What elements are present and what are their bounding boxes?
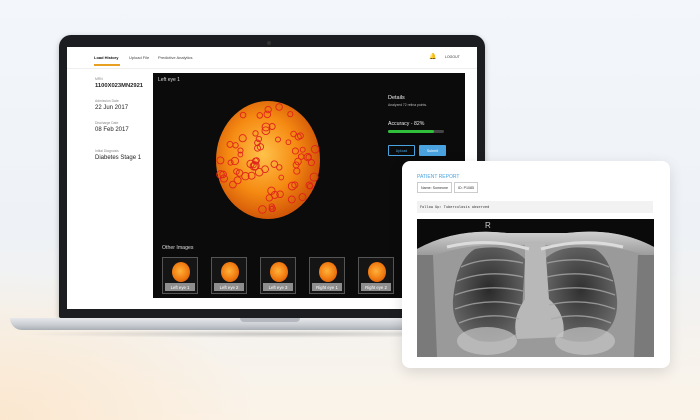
thumbnail-caption: Right eye 2 xyxy=(361,283,391,291)
details-subtitle: Analyzed 72 retina points. xyxy=(388,103,428,107)
details-title: Details xyxy=(388,95,405,101)
chest-xray-image[interactable]: R xyxy=(417,219,654,357)
diagnosis-label: Initial Diagnosis xyxy=(95,149,119,153)
thumbnail-strip: Left eye 1 Left eye 2 Left eye 3 Right e… xyxy=(162,257,394,294)
mrn-label: MRN xyxy=(95,77,103,81)
camera-dot xyxy=(267,41,271,45)
admission-value: 22 Jun 2017 xyxy=(95,105,129,111)
action-buttons: Upload Submit xyxy=(388,145,460,156)
accuracy-label: Accuracy - 82% xyxy=(388,121,425,127)
viewer-title: Left eye 1 xyxy=(158,77,180,83)
report-title: PATIENT REPORT xyxy=(417,174,460,180)
bell-icon[interactable]: 🔔 xyxy=(429,53,436,60)
thumbnail-caption: Left eye 2 xyxy=(214,283,244,291)
laptop-notch xyxy=(240,318,300,322)
thumbnail-caption: Left eye 1 xyxy=(165,283,195,291)
patient-info-panel: MRN 1100X023MN2921 Admission Date 22 Jun… xyxy=(95,77,155,171)
thumbnail[interactable]: Left eye 1 xyxy=(162,257,198,294)
details-panel: Details Analyzed 72 retina points. Accur… xyxy=(388,95,460,156)
thumbnail-caption: Right eye 1 xyxy=(312,283,342,291)
thumbnail-eye-image xyxy=(221,262,239,282)
discharge-value: 08 Feb 2017 xyxy=(95,127,129,133)
mrn-value: 1100X023MN2921 xyxy=(95,83,144,89)
retina-image[interactable] xyxy=(213,97,323,223)
name-chip: Name: Someone xyxy=(417,182,452,193)
thumbnail-eye-image xyxy=(270,262,288,282)
nav-upload-file[interactable]: Upload File xyxy=(129,55,149,60)
followup-note: Follow Up: Tuberculosis observed xyxy=(417,201,653,213)
discharge-label: Discharge Date xyxy=(95,121,119,125)
logout-link[interactable]: LOGOUT xyxy=(445,55,460,59)
thumbnail-caption: Left eye 3 xyxy=(263,283,293,291)
thumbnail-eye-image xyxy=(368,262,386,282)
id-chip: ID: P1085 xyxy=(454,182,478,193)
diagnosis-value: Diabetes Stage 1 xyxy=(95,155,142,161)
thumbnail[interactable]: Right eye 1 xyxy=(309,257,345,294)
thumbnail-eye-image xyxy=(319,262,337,282)
admission-label: Admission Date xyxy=(95,99,119,103)
accuracy-bar-fill xyxy=(388,130,434,133)
thumbnail[interactable]: Right eye 2 xyxy=(358,257,394,294)
nav-active-underline xyxy=(94,64,120,66)
other-images-title: Other Images xyxy=(162,245,194,251)
nav-load-history[interactable]: Load History xyxy=(94,55,118,60)
thumbnail-eye-image xyxy=(172,262,190,282)
xray-drawing xyxy=(417,219,654,357)
upload-button[interactable]: Upload xyxy=(388,145,415,156)
xray-side-marker: R xyxy=(485,221,491,230)
patient-report-card: PATIENT REPORT Name: Someone ID: P1085 F… xyxy=(402,161,670,368)
top-nav: Load History Upload File Predictive Anal… xyxy=(67,47,477,69)
nav-predictive-analytics[interactable]: Predictive Analytics xyxy=(158,55,192,60)
accuracy-bar xyxy=(388,130,444,133)
submit-button[interactable]: Submit xyxy=(419,145,446,156)
thumbnail[interactable]: Left eye 3 xyxy=(260,257,296,294)
thumbnail[interactable]: Left eye 2 xyxy=(211,257,247,294)
